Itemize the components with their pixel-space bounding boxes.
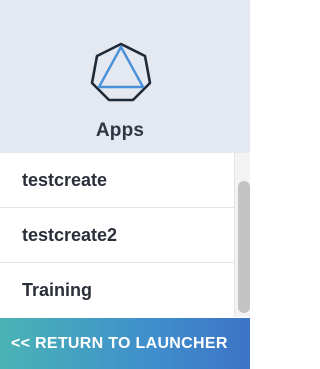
list-item-testcreate[interactable]: testcreate bbox=[0, 153, 234, 208]
list-item-label: testcreate2 bbox=[22, 224, 118, 245]
return-to-launcher-button[interactable]: << RETURN TO LAUNCHER bbox=[0, 318, 250, 369]
apps-list: testcreate testcreate2 Training bbox=[0, 153, 234, 317]
list-item-label: Training bbox=[22, 280, 93, 300]
list-item-testcreate2[interactable]: testcreate2 bbox=[0, 208, 234, 263]
list-item-label: testcreate bbox=[22, 169, 108, 190]
page-title: Apps bbox=[95, 120, 145, 141]
list-scrollbar[interactable] bbox=[234, 153, 250, 317]
apps-panel: Apps testcreate testcreate2 Training << … bbox=[0, 0, 250, 369]
scrollbar-thumb[interactable] bbox=[238, 181, 250, 313]
list-item-training[interactable]: Training bbox=[0, 263, 234, 318]
hexagon-triangle-icon bbox=[90, 42, 152, 102]
return-to-launcher-label: << RETURN TO LAUNCHER bbox=[11, 334, 228, 352]
apps-header: Apps bbox=[0, 0, 250, 153]
